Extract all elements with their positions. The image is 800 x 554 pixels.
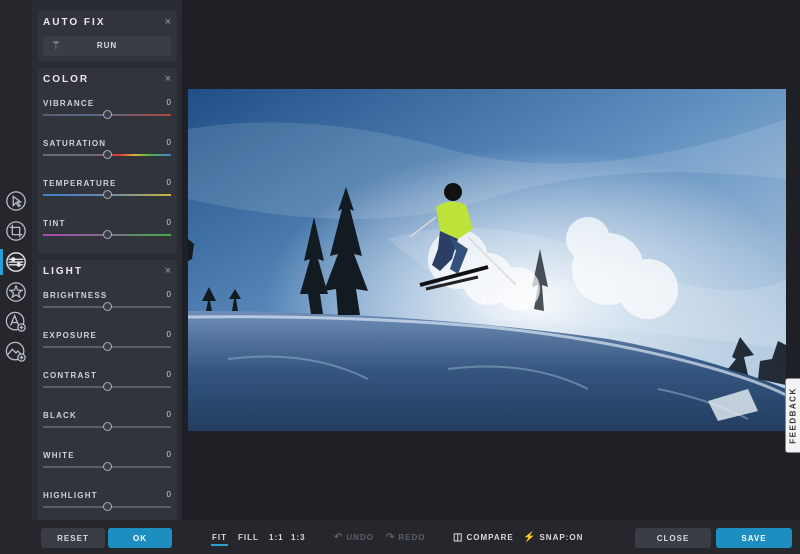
feedback-label: FEEDBACK xyxy=(788,387,798,444)
color-header: COLOR × xyxy=(38,68,177,92)
autofix-title: AUTO FIX xyxy=(43,17,106,28)
slider-white: WHITE 0 xyxy=(43,450,171,487)
color-close-icon[interactable]: × xyxy=(165,73,171,85)
slider-value: 0 xyxy=(166,490,171,499)
zoom-fit-button[interactable]: FIT xyxy=(212,533,227,542)
ok-button[interactable]: OK xyxy=(108,528,172,548)
slider-value: 0 xyxy=(166,330,171,339)
redo-label: REDO xyxy=(398,533,426,542)
slider-brightness: BRIGHTNESS 0 xyxy=(43,290,171,327)
slider-vibrance: VIBRANCE 0 xyxy=(43,98,171,135)
compare-button[interactable]: ◫ COMPARE xyxy=(453,532,514,543)
autofix-section: AUTO FIX × ⚚ RUN xyxy=(38,11,177,61)
slider-label: BLACK xyxy=(43,411,77,420)
feedback-tab[interactable]: FEEDBACK xyxy=(785,378,800,453)
autofix-close-icon[interactable]: × xyxy=(165,16,171,28)
image-overlay-icon[interactable] xyxy=(3,339,29,365)
text-overlay-icon[interactable] xyxy=(3,309,29,335)
slider-black: BLACK 0 xyxy=(43,410,171,447)
redo-icon: ↷ xyxy=(386,532,396,543)
undo-button[interactable]: ↶ UNDO xyxy=(334,532,374,543)
magnet-icon: ⚡ xyxy=(523,532,537,543)
tint-thumb[interactable] xyxy=(102,230,112,239)
slider-value: 0 xyxy=(166,370,171,379)
slider-label: HIGHLIGHT xyxy=(43,491,98,500)
slider-value: 0 xyxy=(166,410,171,419)
light-header: LIGHT × xyxy=(38,260,177,284)
compare-icon: ◫ xyxy=(453,532,464,543)
slider-tint: TINT 0 xyxy=(43,218,171,255)
close-button[interactable]: CLOSE xyxy=(635,528,711,548)
slider-label: EXPOSURE xyxy=(43,331,98,340)
black-thumb[interactable] xyxy=(102,422,112,431)
slider-value: 0 xyxy=(166,450,171,459)
slider-exposure: EXPOSURE 0 xyxy=(43,330,171,367)
slider-label: TINT xyxy=(43,219,66,228)
slider-value: 0 xyxy=(166,290,171,299)
undo-label: UNDO xyxy=(346,533,374,542)
highlight-thumb[interactable] xyxy=(102,502,112,511)
undo-icon: ↶ xyxy=(334,532,344,543)
effects-star-icon[interactable] xyxy=(3,279,29,305)
slider-label: CONTRAST xyxy=(43,371,98,380)
slider-label: WHITE xyxy=(43,451,75,460)
exposure-thumb[interactable] xyxy=(102,342,112,351)
reset-button[interactable]: RESET xyxy=(41,528,105,548)
save-button[interactable]: SAVE xyxy=(716,528,792,548)
compare-label: COMPARE xyxy=(466,533,514,542)
slider-label: BRIGHTNESS xyxy=(43,291,108,300)
zoom-1-1-button[interactable]: 1:1 xyxy=(269,533,284,542)
crop-icon[interactable] xyxy=(3,218,29,244)
slider-highlight: HIGHLIGHT 0 xyxy=(43,490,171,520)
saturation-thumb[interactable] xyxy=(102,150,112,159)
light-close-icon[interactable]: × xyxy=(165,265,171,277)
slider-contrast: CONTRAST 0 xyxy=(43,370,171,407)
slider-value: 0 xyxy=(166,98,171,107)
slider-label: SATURATION xyxy=(43,139,107,148)
slider-label: VIBRANCE xyxy=(43,99,95,108)
slider-value: 0 xyxy=(166,218,171,227)
brightness-thumb[interactable] xyxy=(102,302,112,311)
tool-rail xyxy=(0,0,32,554)
adjustments-panel: AUTO FIX × ⚚ RUN COLOR × VIBRANCE 0 SATU… xyxy=(32,0,182,520)
slider-temperature: TEMPERATURE 0 xyxy=(43,178,171,215)
photo-editor: AUTO FIX × ⚚ RUN COLOR × VIBRANCE 0 SATU… xyxy=(0,0,800,554)
contrast-thumb[interactable] xyxy=(102,382,112,391)
light-title: LIGHT xyxy=(43,266,83,277)
light-section: LIGHT × BRIGHTNESS 0 EXPOSURE 0 CONTRAST… xyxy=(38,260,177,520)
zoom-1-3-button[interactable]: 1:3 xyxy=(291,533,306,542)
slider-label: TEMPERATURE xyxy=(43,179,117,188)
zoom-fill-button[interactable]: FILL xyxy=(238,533,259,542)
temperature-thumb[interactable] xyxy=(102,190,112,199)
zoom-fit-active-indicator xyxy=(211,544,228,546)
slider-value: 0 xyxy=(166,178,171,187)
vibrance-thumb[interactable] xyxy=(102,110,112,119)
bottom-toolbar: RESET OK FIT FILL 1:1 1:3 ↶ UNDO ↷ REDO ◫ C… xyxy=(0,520,800,554)
autofix-header: AUTO FIX × xyxy=(38,11,177,35)
run-autofix-button[interactable]: ⚚ RUN xyxy=(43,36,171,56)
snap-toggle[interactable]: ⚡ SNAP:ON xyxy=(523,532,583,543)
slider-saturation: SATURATION 0 xyxy=(43,138,171,175)
redo-button[interactable]: ↷ REDO xyxy=(386,532,426,543)
slider-value: 0 xyxy=(166,138,171,147)
photo-skier xyxy=(188,89,786,431)
run-label: RUN xyxy=(96,41,118,50)
snap-label: SNAP:ON xyxy=(539,533,584,542)
white-thumb[interactable] xyxy=(102,462,112,471)
magic-select-icon[interactable] xyxy=(3,188,29,214)
color-title: COLOR xyxy=(43,74,90,85)
image-canvas[interactable] xyxy=(188,89,786,431)
adjust-icon[interactable] xyxy=(0,249,29,275)
color-section: COLOR × VIBRANCE 0 SATURATION 0 TEMPERAT… xyxy=(38,68,177,254)
